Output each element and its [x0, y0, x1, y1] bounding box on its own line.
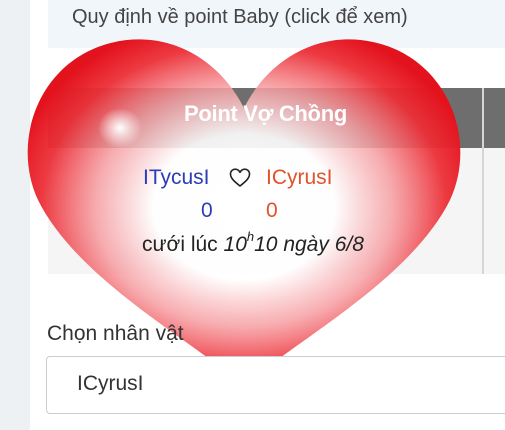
baby-point-rules-text: Quy định về point Baby (click để xem): [72, 6, 408, 28]
player2-name: ICyrusI: [266, 166, 333, 189]
card-divider: [482, 88, 484, 274]
player2-score: 0: [266, 199, 278, 222]
wedding-hour: 10: [223, 233, 247, 256]
wedding-time: cưới lúc 10h10 ngày 6/8: [142, 229, 364, 257]
wedding-date: 10 ngày 6/8: [254, 233, 364, 256]
character-select-value: ICyrusI: [77, 372, 144, 395]
player1-score: 0: [201, 199, 213, 222]
card-header-next: [484, 88, 505, 148]
character-select[interactable]: ICyrusI: [46, 356, 505, 414]
baby-point-rules-link[interactable]: Quy định về point Baby (click để xem): [48, 0, 505, 48]
player1-name: ITycusI: [143, 166, 210, 189]
character-select-label: Chọn nhân vật: [47, 322, 184, 345]
heart-outline-icon: [229, 168, 251, 187]
wedding-label: cưới lúc: [142, 233, 218, 256]
couple-point-title: Point Vợ Chồng: [184, 101, 347, 126]
wedding-hour-unit: h: [246, 229, 255, 244]
